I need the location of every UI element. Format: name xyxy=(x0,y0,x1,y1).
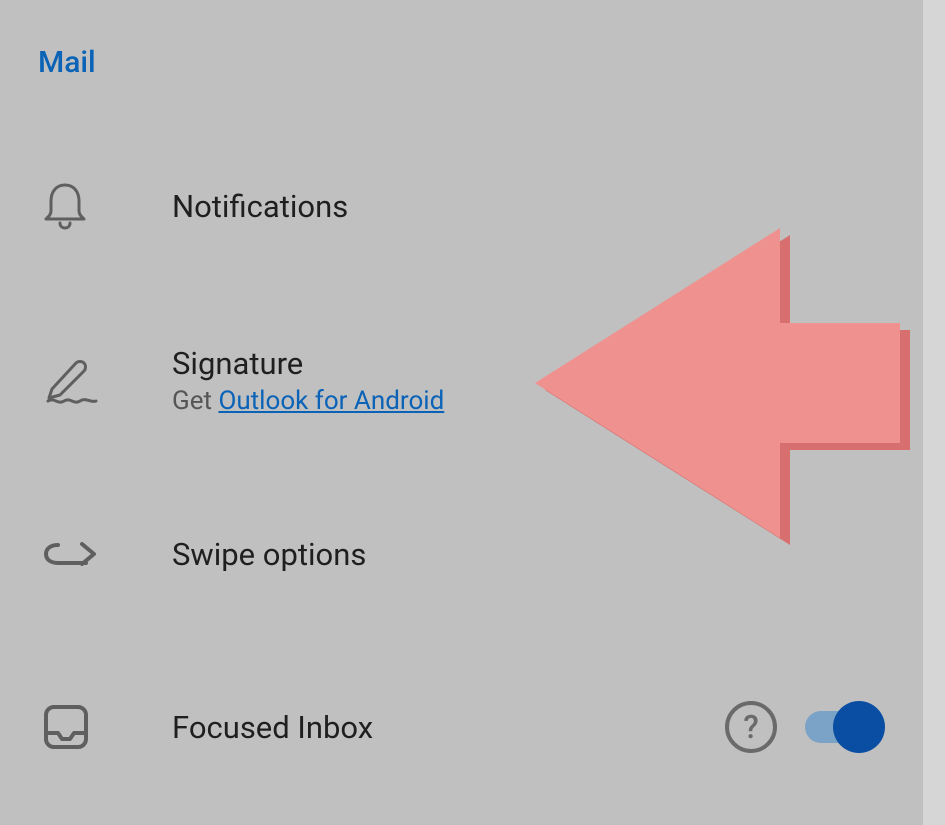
focused-inbox-label: Focused Inbox xyxy=(172,709,373,746)
signature-subtitle-prefix: Get xyxy=(172,386,218,416)
help-glyph: ? xyxy=(743,708,759,746)
row-swipe-options[interactable]: Swipe options xyxy=(0,522,923,586)
row-notifications[interactable]: Notifications xyxy=(0,174,923,238)
toggle-thumb xyxy=(833,701,885,753)
signature-icon xyxy=(42,355,98,405)
help-icon[interactable]: ? xyxy=(725,701,777,753)
swipe-options-label: Swipe options xyxy=(172,536,366,573)
focused-inbox-toggle[interactable] xyxy=(805,711,883,743)
inbox-icon xyxy=(42,703,90,751)
signature-label: Signature xyxy=(172,345,444,382)
swipe-icon xyxy=(42,539,100,569)
notifications-label: Notifications xyxy=(172,188,348,225)
scrollbar-track[interactable] xyxy=(923,0,945,825)
signature-subtitle: Get Outlook for Android xyxy=(172,386,444,416)
row-focused-inbox[interactable]: Focused Inbox ? xyxy=(0,695,923,759)
section-header-mail: Mail xyxy=(38,45,96,80)
outlook-android-link[interactable]: Outlook for Android xyxy=(218,386,444,416)
row-signature[interactable]: Signature Get Outlook for Android xyxy=(0,340,923,420)
bell-icon xyxy=(42,181,88,231)
